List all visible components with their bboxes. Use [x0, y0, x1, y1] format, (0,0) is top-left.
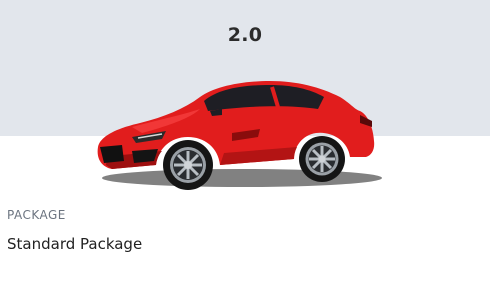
vehicle-image	[92, 75, 382, 193]
grade-title: 2.0	[227, 24, 263, 46]
package-label: PACKAGE	[7, 208, 66, 222]
vehicle-card[interactable]: 2.0 PACKAGE Standard Package	[0, 0, 490, 295]
package-value: Standard Package	[7, 235, 143, 253]
